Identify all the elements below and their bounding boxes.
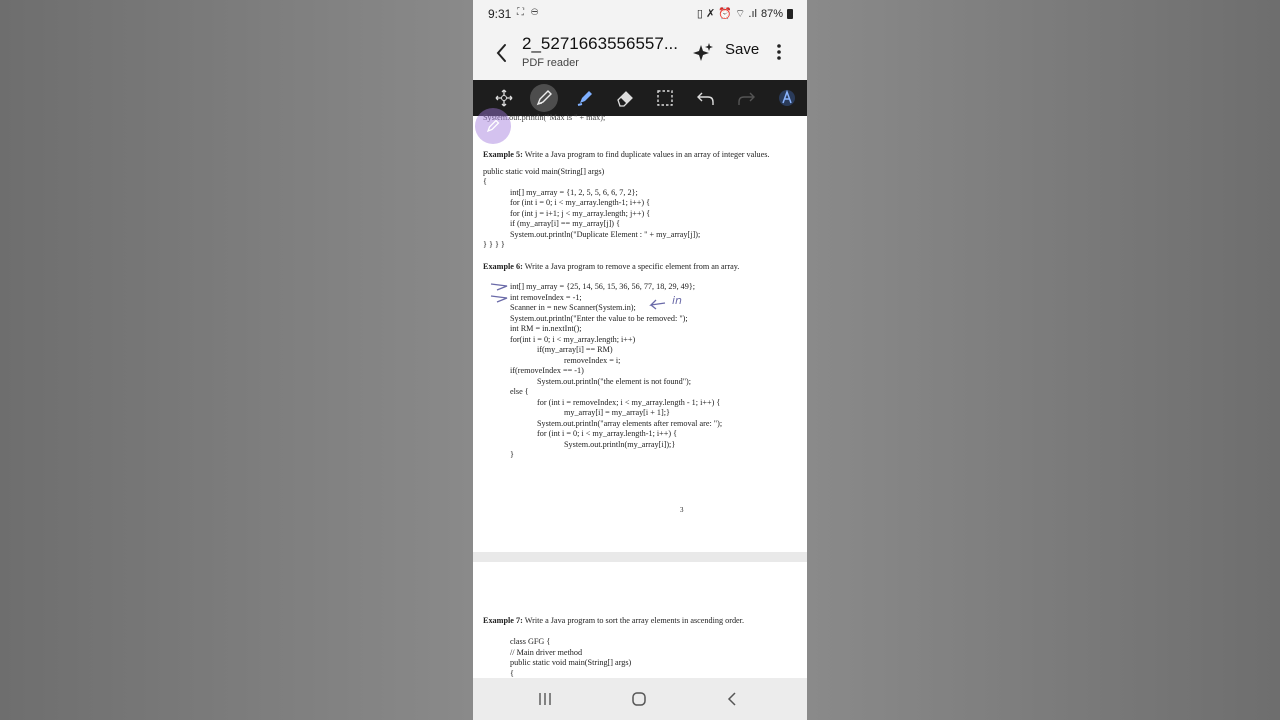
highlighter-tool-button[interactable] — [571, 84, 599, 112]
lasso-select-button[interactable] — [651, 84, 679, 112]
pdf-page-3: System.out.println("Max is " + max); Exa… — [473, 113, 807, 552]
chevron-left-icon — [496, 44, 506, 62]
nav-back-button[interactable] — [720, 689, 744, 709]
more-options-button[interactable] — [771, 40, 787, 64]
battery-level: 87% — [760, 8, 783, 20]
example-5-heading: Example 5: Write a Java program to find … — [483, 150, 769, 160]
blurred-background-right — [807, 0, 1280, 720]
code-line: System.out.println(my_array[i]);} — [564, 440, 676, 449]
example-text: Write a Java program to sort the array e… — [522, 616, 744, 625]
code-line: System.out.println("array elements after… — [537, 419, 723, 428]
code-line: else { — [510, 387, 529, 396]
code-line: for (int i = 0; i < my_array.length-1; i… — [537, 429, 678, 438]
move-icon — [495, 89, 513, 107]
code-line: int[] my_array = {1, 2, 5, 5, 6, 6, 7, 2… — [510, 188, 638, 197]
battery-icon — [787, 9, 793, 19]
pen-tool-button[interactable] — [530, 84, 558, 112]
undo-icon — [697, 92, 714, 105]
highlighter-icon — [577, 91, 592, 106]
back-button[interactable] — [491, 40, 513, 66]
system-icons: ▯ ✗ ⏰ ⌔ .ıl — [696, 8, 757, 20]
save-button[interactable]: Save — [725, 41, 759, 58]
code-line: for (int j = i+1; j < my_array.length; j… — [510, 209, 651, 218]
pen-hover-cursor — [475, 108, 511, 144]
document-title: 2_5271663556557... — [522, 34, 678, 53]
handwritten-arrows — [490, 283, 508, 303]
phone-screen: 9:31 ⛶ ⊖ ▯ ✗ ⏰ ⌔ .ıl 87% 2_5271663556557… — [473, 0, 807, 720]
code-line: if(my_array[i] == RM) — [537, 345, 613, 354]
example-6-heading: Example 6: Write a Java program to remov… — [483, 262, 739, 272]
page-separator — [473, 552, 807, 562]
more-vert-icon — [777, 44, 781, 60]
system-nav-bar — [473, 678, 807, 720]
code-line: if (my_array[i] == my_array[j]) { — [510, 219, 621, 228]
notification-icons: ⛶ ⊖ — [517, 7, 541, 18]
code-line: for (int i = 0; i < my_array.length-1; i… — [510, 198, 651, 207]
status-bar: 9:31 ⛶ ⊖ ▯ ✗ ⏰ ⌔ .ıl 87% — [473, 0, 807, 28]
status-time: 9:31 — [488, 7, 512, 21]
selection-box-icon — [657, 90, 673, 106]
code-line: Scanner in = new Scanner(System.in); — [510, 303, 636, 312]
code-line: System.out.println("Enter the value to b… — [510, 314, 688, 323]
recents-icon — [539, 693, 551, 705]
eraser-tool-button[interactable] — [611, 84, 639, 112]
handwritten-note: in — [672, 294, 683, 307]
pen-icon — [536, 90, 552, 106]
recents-button[interactable] — [533, 689, 557, 709]
code-line: System.out.println("the element is not f… — [537, 377, 692, 386]
home-icon — [632, 692, 646, 706]
page-number: 3 — [680, 506, 684, 514]
handwritten-arrow — [649, 299, 666, 310]
ai-pen-button[interactable] — [773, 84, 801, 112]
example-7-heading: Example 7: Write a Java program to sort … — [483, 616, 744, 626]
blurred-background-left — [0, 0, 473, 720]
code-line: } } } } — [483, 240, 505, 249]
chevron-left-icon — [727, 692, 736, 706]
pdf-page-4: Example 7: Write a Java program to sort … — [473, 562, 807, 678]
example-label: Example 5: — [483, 150, 523, 159]
code-line: public static void main(String[] args) — [510, 658, 632, 667]
code-line: my_array[i] = my_array[i + 1];} — [564, 408, 670, 417]
status-right: ▯ ✗ ⏰ ⌔ .ıl 87% — [697, 7, 793, 21]
redo-button[interactable] — [732, 84, 760, 112]
pen-icon — [486, 119, 500, 133]
code-line: class GFG { — [510, 637, 551, 646]
handwriting-a-icon — [779, 89, 795, 106]
example-text: Write a Java program to remove a specifi… — [522, 262, 740, 271]
example-text: Write a Java program to find duplicate v… — [522, 150, 770, 159]
code-line: removeIndex = i; — [564, 356, 621, 365]
app-bar: 2_5271663556557... PDF reader Save — [473, 28, 807, 80]
example-label: Example 6: — [483, 262, 523, 271]
home-button[interactable] — [627, 689, 651, 709]
code-line: int[] my_array = {25, 14, 56, 15, 36, 56… — [510, 282, 696, 291]
undo-button[interactable] — [692, 84, 720, 112]
code-line: int removeIndex = -1; — [510, 293, 582, 302]
annotation-toolbar — [473, 80, 807, 116]
code-line: public static void main(String[] args) — [483, 167, 605, 176]
sparkle-icon — [693, 43, 713, 61]
code-line: } — [510, 450, 514, 459]
code-line: for(int i = 0; i < my_array.length; i++) — [510, 335, 636, 344]
document-subtitle: PDF reader — [522, 57, 579, 69]
eraser-icon — [617, 91, 633, 107]
code-line: if(removeIndex == -1) — [510, 366, 584, 375]
code-line: // Main driver method — [510, 648, 583, 657]
example-label: Example 7: — [483, 616, 523, 625]
ai-assist-button[interactable] — [692, 40, 714, 64]
code-line: { — [483, 177, 487, 186]
redo-icon — [738, 92, 755, 105]
code-line: for (int i = removeIndex; i < my_array.l… — [537, 398, 721, 407]
code-line: int RM = in.nextInt(); — [510, 324, 582, 333]
code-line: System.out.println("Duplicate Element : … — [510, 230, 701, 239]
